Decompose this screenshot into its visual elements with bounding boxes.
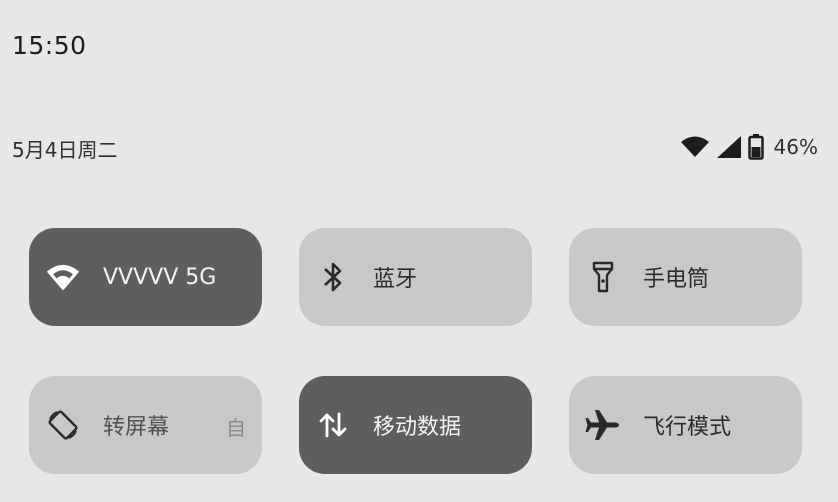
tile-bluetooth[interactable]: 蓝牙 [299, 228, 532, 326]
bluetooth-icon [315, 259, 351, 295]
tile-mobile-data[interactable]: 移动数据 [299, 376, 532, 474]
battery-icon [747, 134, 764, 160]
auto-rotate-icon [45, 407, 81, 443]
wifi-icon [680, 136, 709, 157]
clock-time: 15:50 [12, 31, 87, 60]
tile-auto-rotate[interactable]: 转屏幕 自 [29, 376, 262, 474]
status-icons: 46% [680, 133, 818, 161]
battery-percent: 46% [773, 135, 818, 159]
tile-label: 蓝牙 [373, 267, 418, 292]
wifi-icon [45, 259, 81, 295]
tile-flashlight[interactable]: 手电筒 [569, 228, 802, 326]
tile-wifi[interactable]: VVVVV 5G [29, 228, 262, 326]
tile-label: 移动数据 [373, 415, 462, 440]
flashlight-icon [585, 259, 621, 295]
cellular-signal-icon [716, 136, 741, 158]
tile-label: 手电筒 [643, 267, 710, 292]
airplane-icon [585, 407, 621, 443]
date-label: 5月4日周二 [12, 138, 118, 162]
tile-airplane-mode[interactable]: 飞行模式 [569, 376, 802, 474]
tile-trailing-text: 自 [226, 416, 246, 440]
tile-label: VVVVV 5G [103, 264, 217, 290]
mobile-data-icon [315, 407, 351, 443]
tile-label: 飞行模式 [643, 415, 732, 440]
tile-label: 转屏幕 [103, 415, 170, 440]
